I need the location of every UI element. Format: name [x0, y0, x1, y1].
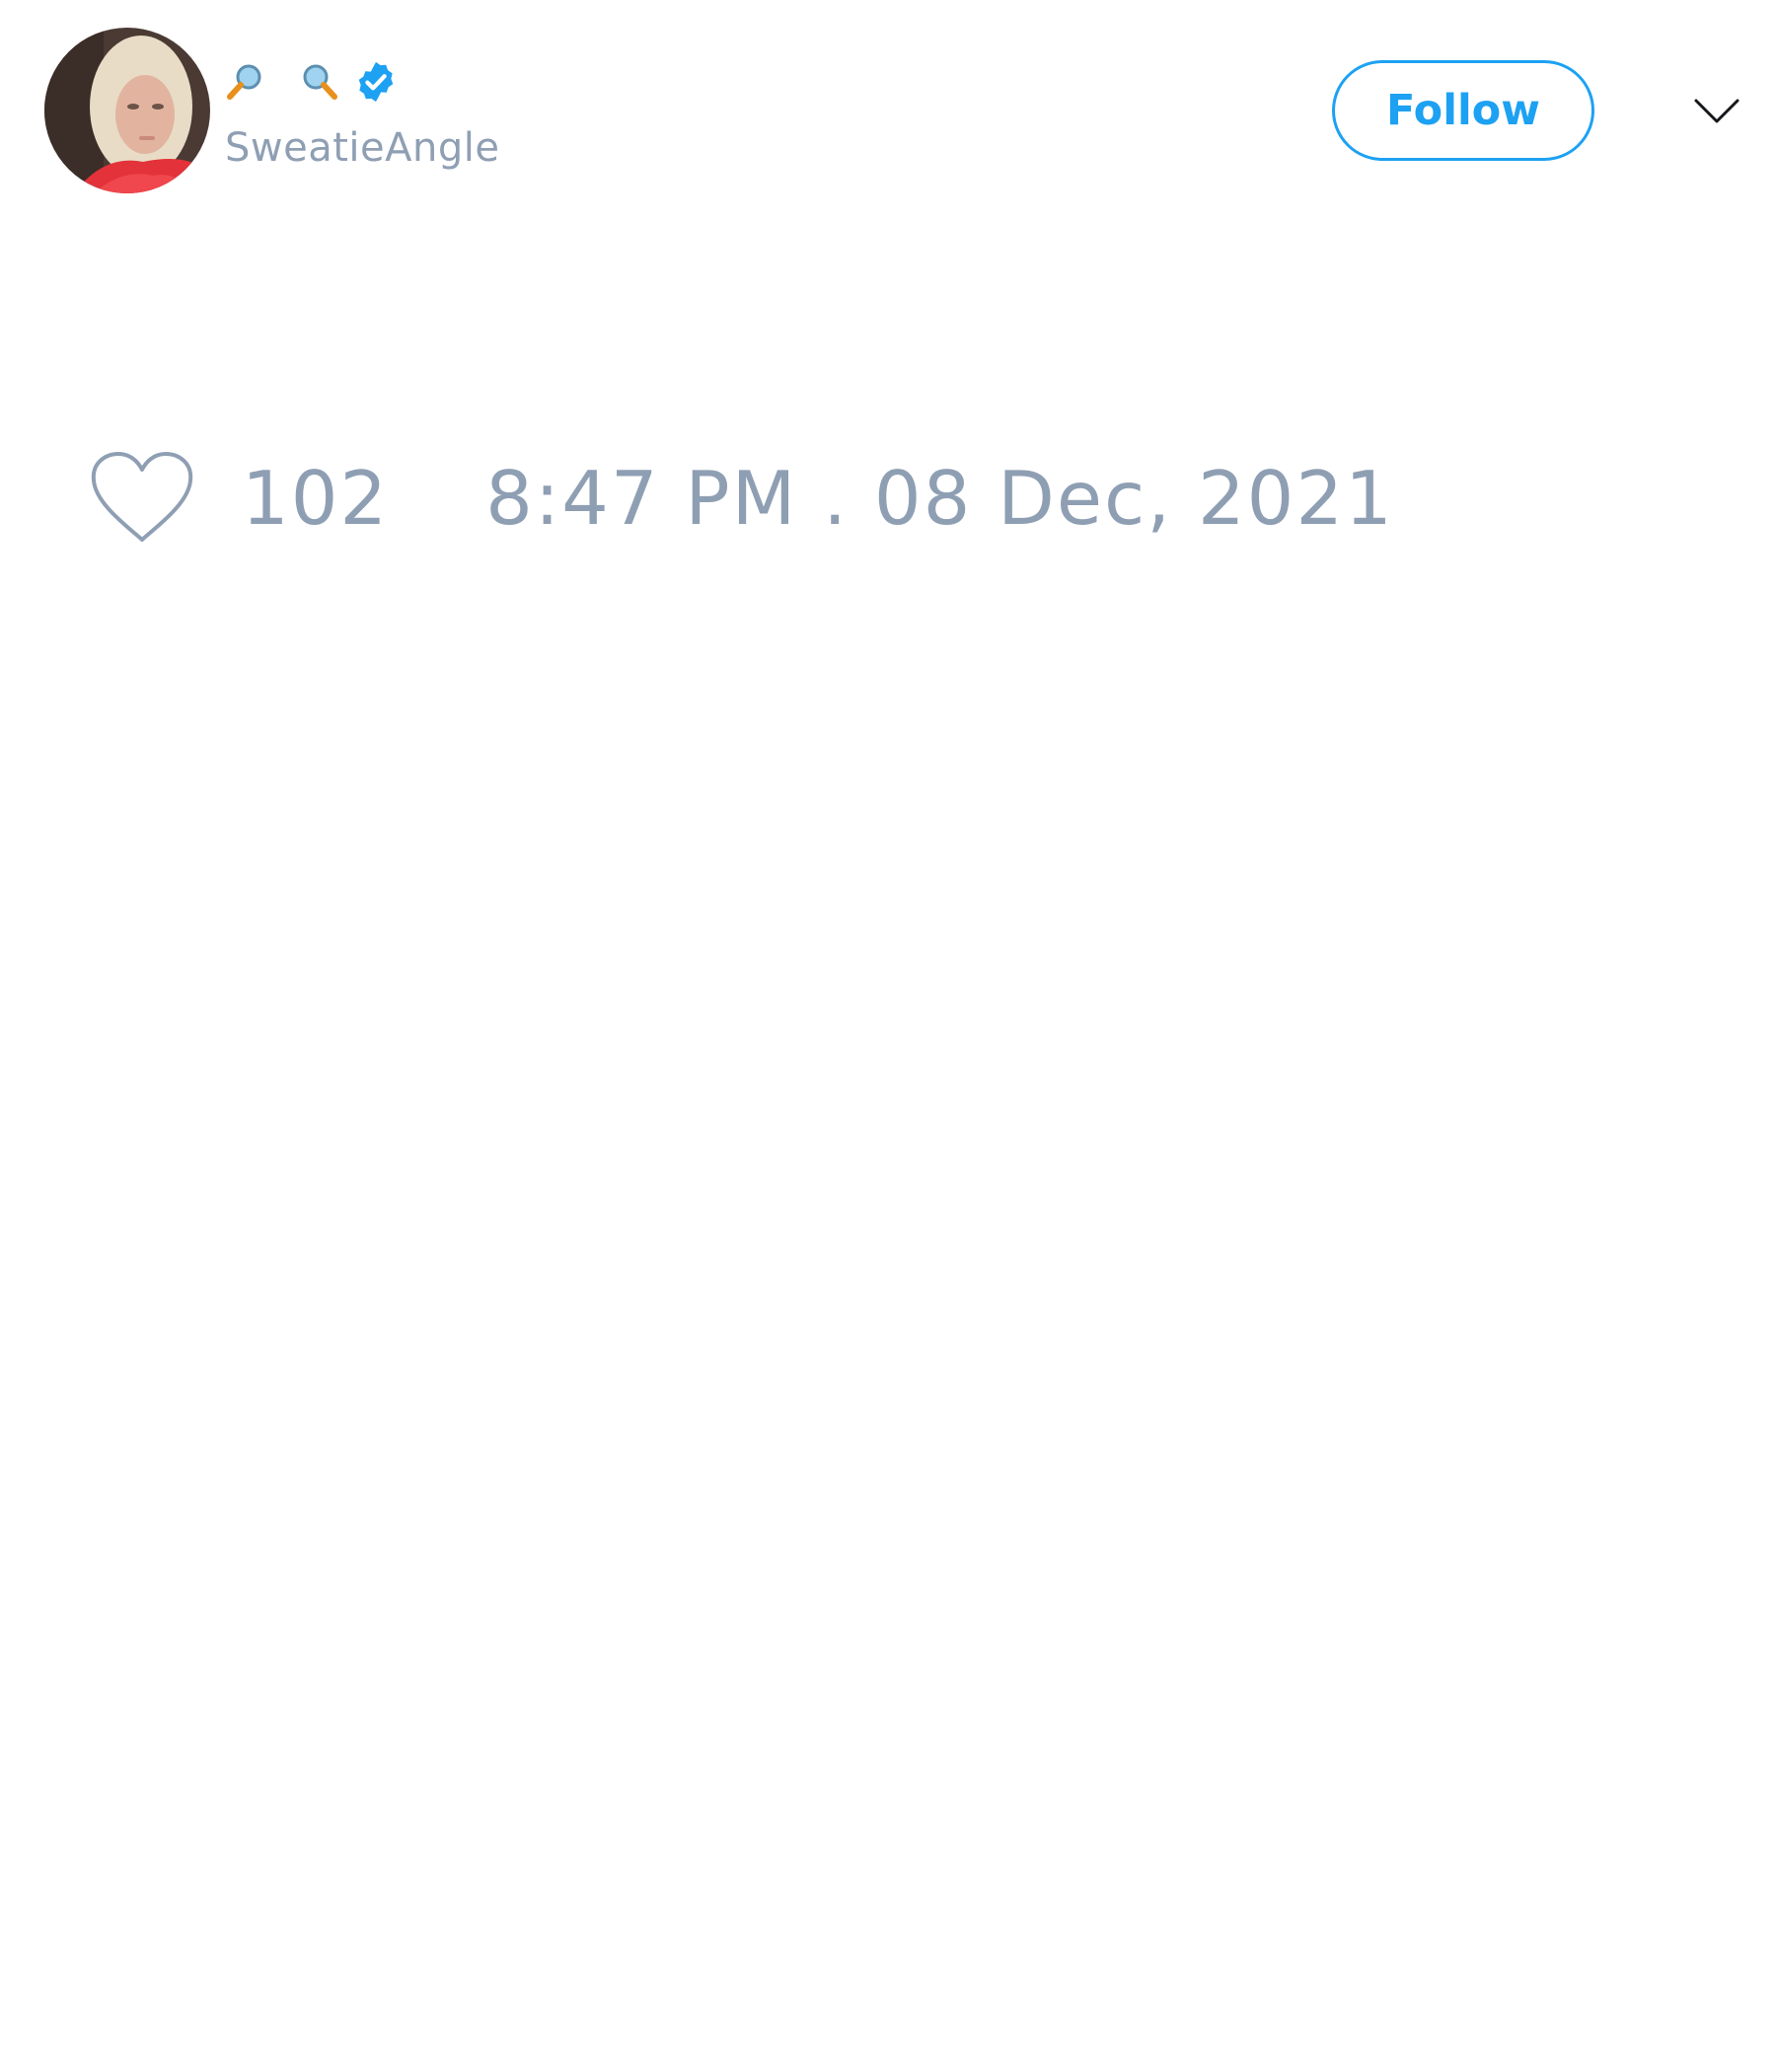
magnifier-right-icon [303, 64, 337, 100]
tweet-timestamp[interactable]: 8:47 PM . 08 Dec, 2021 [485, 454, 1394, 543]
like-button[interactable] [89, 449, 195, 548]
more-options-button[interactable] [1689, 84, 1744, 139]
avatar[interactable] [44, 28, 210, 193]
follow-button[interactable]: Follow [1332, 60, 1594, 161]
chevron-down-icon [1694, 99, 1739, 123]
heart-outline-icon [91, 452, 193, 542]
verified-badge-icon [358, 61, 394, 103]
avatar-photo [44, 28, 210, 193]
like-count: 102 [242, 455, 390, 542]
magnifier-left-icon [227, 64, 261, 100]
user-handle[interactable]: SweatieAngle [225, 124, 499, 172]
tweet-header: SweatieAngle Follow [0, 0, 1776, 227]
display-name[interactable] [225, 57, 399, 107]
tweet-stats: 102 8:47 PM . 08 Dec, 2021 [89, 444, 1394, 553]
